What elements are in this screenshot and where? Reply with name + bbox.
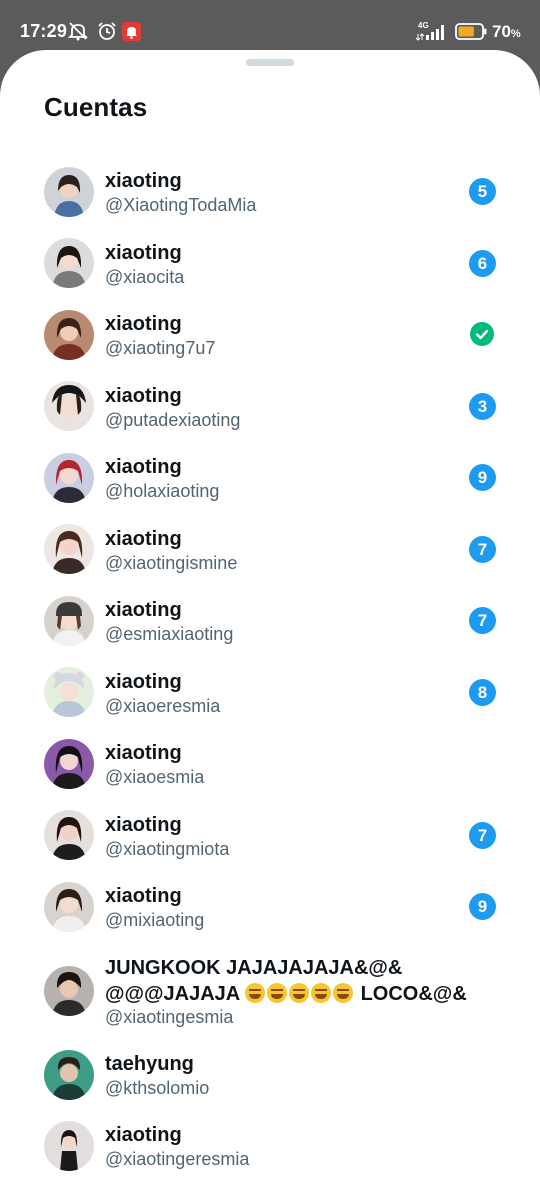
- account-row[interactable]: xiaoting @esmiaxiaoting 7: [0, 592, 540, 652]
- account-row-active[interactable]: xiaoting @xiaoting7u7: [0, 306, 540, 366]
- notification-app-icon: [122, 22, 141, 41]
- account-name: xiaoting: [105, 385, 182, 407]
- battery-percent-unit: %: [510, 28, 521, 40]
- avatar: [44, 667, 94, 717]
- rolling-laughing-emoji-icon: [267, 983, 288, 1003]
- account-name-part: LOCO&@&: [360, 983, 467, 1005]
- account-handle: @holaxiaoting: [105, 481, 220, 501]
- status-time: 17:29: [20, 21, 68, 41]
- account-row[interactable]: xiaoting @xiaoeresmia 8: [0, 664, 540, 724]
- unread-count-badge: 7: [469, 536, 496, 563]
- account-row[interactable]: xiaoting @xiaotingismine 7: [0, 521, 540, 581]
- battery-percent-value: 70: [492, 22, 511, 41]
- unread-count-badge: 9: [469, 893, 496, 920]
- avatar: [44, 453, 94, 503]
- account-handle: @xiaoting7u7: [105, 338, 216, 358]
- account-name: xiaoting: [105, 528, 182, 550]
- account-handle: @XiaotingTodaMia: [105, 195, 257, 215]
- status-bar: 17:29 4G 70%: [0, 0, 540, 52]
- account-row[interactable]: xiaoting @xiaotingeresmia: [0, 1117, 540, 1177]
- account-handle: @esmiaxiaoting: [105, 624, 234, 644]
- unread-count-badge: 7: [469, 822, 496, 849]
- account-handle: @xiaotingeresmia: [105, 1149, 250, 1169]
- avatar: [44, 310, 94, 360]
- account-handle: @putadexiaoting: [105, 410, 241, 430]
- account-row[interactable]: xiaoting @XiaotingTodaMia 5: [0, 163, 540, 223]
- account-handle: @xiaotingismine: [105, 553, 238, 573]
- account-name: xiaoting: [105, 671, 182, 693]
- account-handle: @xiaoeresmia: [105, 696, 221, 716]
- account-name: xiaoting: [105, 599, 182, 621]
- account-name-line-1: JUNGKOOK JAJAJAJAJA&@&: [105, 957, 403, 979]
- avatar: [44, 238, 94, 288]
- account-name: xiaoting: [105, 814, 182, 836]
- account-row[interactable]: xiaoting @holaxiaoting 9: [0, 449, 540, 509]
- account-name: xiaoting: [105, 885, 182, 907]
- account-row[interactable]: xiaoting @mixiaoting 9: [0, 878, 540, 938]
- sheet-drag-handle[interactable]: [246, 59, 294, 66]
- account-name-line-2: @@@JAJAJA LOCO&@&: [105, 982, 467, 1006]
- rolling-laughing-emoji-icon: [333, 983, 354, 1003]
- account-row[interactable]: taehyung @kthsolomio: [0, 1046, 540, 1106]
- unread-count-badge: 3: [469, 393, 496, 420]
- signal-icon: [415, 25, 444, 41]
- account-handle: @xiaotingmiota: [105, 839, 230, 859]
- account-name: xiaoting: [105, 242, 182, 264]
- unread-count-badge: 9: [469, 464, 496, 491]
- avatar: [44, 1121, 94, 1171]
- account-name: xiaoting: [105, 742, 182, 764]
- avatar: [44, 381, 94, 431]
- sheet-title: Cuentas: [44, 92, 148, 122]
- account-name-part: @@@JAJAJA: [105, 983, 240, 1005]
- account-name: xiaoting: [105, 170, 182, 192]
- account-row[interactable]: xiaoting @putadexiaoting 3: [0, 378, 540, 438]
- alarm-icon: [98, 22, 116, 40]
- account-row[interactable]: xiaoting @xiaocita 6: [0, 235, 540, 295]
- account-handle: @mixiaoting: [105, 910, 205, 930]
- rolling-laughing-emoji-icon: [245, 983, 266, 1003]
- unread-count-badge: 6: [469, 250, 496, 277]
- avatar: [44, 596, 94, 646]
- unread-count-badge: 7: [469, 607, 496, 634]
- battery-percent: 70%: [492, 21, 521, 45]
- rolling-laughing-emoji-icon: [289, 983, 310, 1003]
- active-account-check-icon: [470, 322, 494, 346]
- account-handle: @xiaocita: [105, 267, 185, 287]
- avatar: [44, 167, 94, 217]
- account-name: taehyung: [105, 1053, 194, 1075]
- unread-count-badge: 5: [469, 178, 496, 205]
- mute-icon: [67, 22, 89, 41]
- avatar: [44, 810, 94, 860]
- avatar: [44, 1050, 94, 1100]
- unread-count-badge: 8: [469, 679, 496, 706]
- account-handle: @kthsolomio: [105, 1078, 210, 1098]
- account-name: xiaoting: [105, 456, 182, 478]
- account-name: xiaoting: [105, 1124, 182, 1146]
- account-row[interactable]: xiaoting @xiaoesmia: [0, 735, 540, 795]
- avatar: [44, 739, 94, 789]
- battery-icon: [455, 23, 487, 40]
- account-row[interactable]: JUNGKOOK JAJAJAJAJA&@& @@@JAJAJA LOCO&@&…: [0, 950, 540, 1034]
- account-handle: @xiaoesmia: [105, 767, 205, 787]
- account-name: xiaoting: [105, 313, 182, 335]
- account-handle: @xiaotingesmia: [105, 1007, 234, 1027]
- avatar: [44, 524, 94, 574]
- rolling-laughing-emoji-icon: [311, 983, 332, 1003]
- avatar: [44, 966, 94, 1016]
- accounts-sheet: Cuentas xiaoting @XiaotingTodaMia 5 xiao…: [0, 50, 540, 1200]
- account-row[interactable]: xiaoting @xiaotingmiota 7: [0, 807, 540, 867]
- avatar: [44, 882, 94, 932]
